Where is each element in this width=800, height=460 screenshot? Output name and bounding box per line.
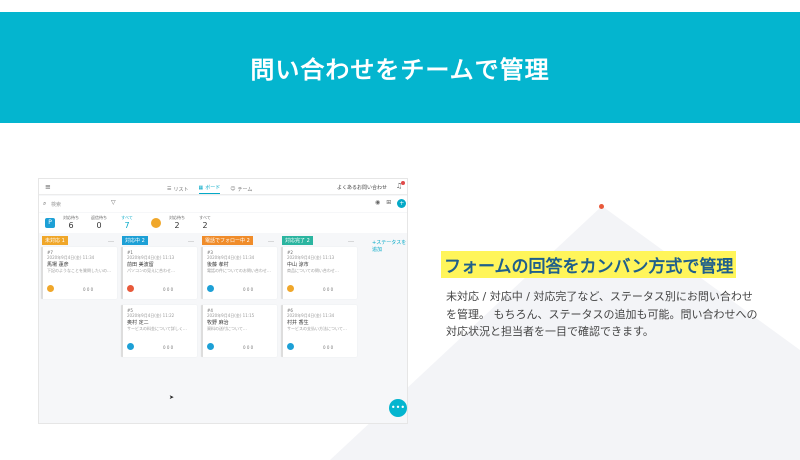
search-icon: ⌕ xyxy=(43,200,47,207)
avatar xyxy=(127,285,134,292)
list-icon: ☰ xyxy=(167,186,172,192)
kanban-board: 未対応 1… 対応中 2… 電話でフォロー中 2… 対応完了 2… #7 2020… xyxy=(39,235,407,423)
settings-icon[interactable]: ⊞ xyxy=(386,199,391,208)
board-icon: ▦ xyxy=(198,184,204,191)
feature-section: フォームの回答をカンバン方式で管理 未対応 / 対応中 / 対応完了など、ステー… xyxy=(441,251,791,341)
avatar xyxy=(47,285,54,292)
hamburger-icon[interactable]: ≡ xyxy=(45,183,51,191)
page: 問い合わせをチームで管理 ≡ ☰ リスト ▦ ボード ☺ チーム よくあるお問い合わせ… xyxy=(0,0,800,460)
banner-title: 問い合わせをチームで管理 xyxy=(250,56,550,84)
search-bar: ⌕ 検索 ▽ ◉ ⊞ + xyxy=(39,196,407,212)
stat-item[interactable]: すべて 2 xyxy=(193,215,217,230)
inquiry-card[interactable]: #4 2020年9月4日(金) 11:15 牧野 麻治 資料の送付について… 0 0 0 xyxy=(201,305,277,357)
notification-dot xyxy=(401,181,405,185)
app-screenshot: ≡ ☰ リスト ▦ ボード ☺ チーム よくあるお問い合わせ ♫ ⌕ 検索 ▽ ◉ ⊞… xyxy=(38,178,408,424)
inquiry-card[interactable]: #3 2020年9月4日(金) 11:34 後藤 孝村 電話の件についてのお問い合わせ… xyxy=(201,247,277,299)
cursor-icon: ➤ xyxy=(169,394,175,401)
banner: 問い合わせをチームで管理 xyxy=(0,12,800,123)
column-header: 対応中 2… xyxy=(119,235,197,245)
top-strip xyxy=(0,0,800,12)
column-header: 未対応 1… xyxy=(39,235,117,245)
search-input[interactable]: 検索 xyxy=(51,201,61,208)
avatar xyxy=(207,285,214,292)
inquiry-card[interactable]: #5 2020年9月4日(金) 11:22 奥村 定二 サービスの料金について詳しく…… xyxy=(121,305,197,357)
inquiry-card[interactable]: #1 2020年9月4日(金) 11:13 前田 美波留 パソコンの見えに合わせ… 0 … xyxy=(121,247,197,299)
team-icon: ☺ xyxy=(230,186,236,192)
avatar xyxy=(287,343,294,350)
tab-list[interactable]: ☰ リスト xyxy=(167,184,189,194)
more-icon[interactable]: … xyxy=(268,237,274,244)
view-tabs: ☰ リスト ▦ ボード ☺ チーム xyxy=(167,184,252,194)
stat-item[interactable]: 返信待ち 0 xyxy=(87,215,111,230)
chat-icon[interactable]: ••• xyxy=(389,399,407,417)
stat-item[interactable]: すべて 7 xyxy=(115,215,139,230)
app-topbar: ≡ ☰ リスト ▦ ボード ☺ チーム よくあるお問い合わせ ♫ xyxy=(39,179,407,195)
stat-item[interactable]: 対応待ち 2 xyxy=(165,215,189,230)
inquiry-card[interactable]: #7 2020年9月4日(金) 11:34 馬場 蓮彦 下記のようなことを質問したいの… xyxy=(41,247,117,299)
tab-board[interactable]: ▦ ボード xyxy=(198,184,221,194)
avatar xyxy=(207,343,214,350)
feature-description: 未対応 / 対応中 / 対応完了など、ステータス別にお問い合わせを管理。 もちろ… xyxy=(446,290,758,338)
decorative-dot xyxy=(599,204,604,209)
toolbar-icons: ◉ ⊞ + xyxy=(375,199,407,208)
inquiry-card[interactable]: #2 2020年9月4日(金) 11:13 中山 涼市 商品についての問い合わせ… 0 … xyxy=(281,247,357,299)
add-status-link[interactable]: +ステータスを追加 xyxy=(372,239,407,253)
stat-badge: P xyxy=(45,218,55,228)
tab-team[interactable]: ☺ チーム xyxy=(230,184,252,194)
avatar xyxy=(287,285,294,292)
eye-icon[interactable]: ◉ xyxy=(375,199,380,208)
column-header: 電話でフォロー中 2… xyxy=(199,235,277,245)
stats-row: P 対応待ち 6 返信待ち 0 すべて 7 対応待ち 2 すべて 2 xyxy=(39,213,407,233)
avatar xyxy=(151,218,161,228)
more-icon[interactable]: … xyxy=(348,237,354,244)
more-icon[interactable]: … xyxy=(188,237,194,244)
more-icon[interactable]: … xyxy=(108,237,114,244)
add-button[interactable]: + xyxy=(397,199,407,208)
faq-link[interactable]: よくあるお問い合わせ xyxy=(337,184,387,191)
avatar xyxy=(127,343,134,350)
inquiry-card[interactable]: #6 2020年9月4日(金) 11:34 村井 香生 サービスの支払い方法について…… xyxy=(281,305,357,357)
feature-title: フォームの回答をカンバン方式で管理 xyxy=(441,251,737,278)
filter-icon[interactable]: ▽ xyxy=(111,199,116,206)
stat-item[interactable]: 対応待ち 6 xyxy=(59,215,83,230)
column-header: 対応完了 2… xyxy=(279,235,357,245)
